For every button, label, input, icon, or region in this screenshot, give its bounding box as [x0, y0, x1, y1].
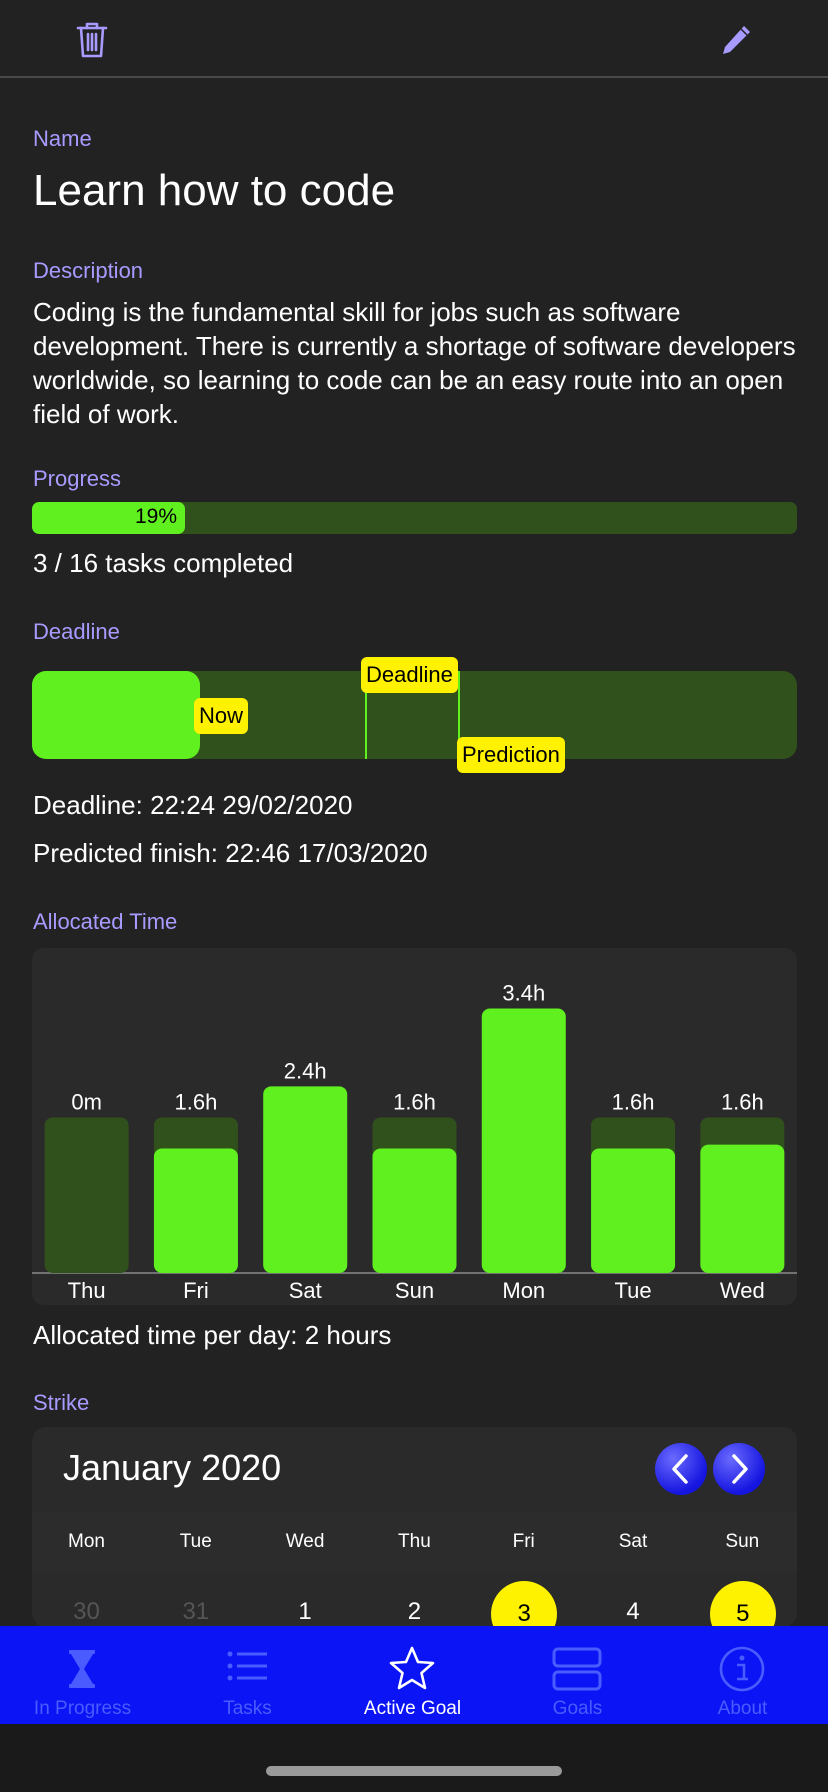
calendar-next-button[interactable]	[713, 1443, 765, 1495]
now-tag: Now	[194, 698, 249, 734]
goal-title: Learn how to code	[33, 166, 396, 215]
day-tick-label: Mon	[502, 1278, 545, 1303]
pencil-icon[interactable]	[714, 18, 758, 62]
strike-label: Strike	[33, 1390, 90, 1415]
home-indicator[interactable]	[266, 1766, 562, 1776]
bar-value-label: 1.6h	[612, 1089, 655, 1114]
target-bar	[44, 1117, 129, 1273]
bar-value-label: 1.6h	[721, 1089, 764, 1114]
tab-label: Tasks	[223, 1698, 272, 1719]
chevron-right-icon	[732, 1454, 748, 1484]
value-bar	[591, 1148, 676, 1273]
calendar-day-strike[interactable]: 5	[688, 1579, 797, 1627]
day-tick-label: Sat	[289, 1278, 322, 1303]
goal-description: Coding is the fundamental skill for jobs…	[33, 297, 796, 429]
value-bar	[700, 1144, 785, 1273]
weekday-label: Sun	[725, 1531, 760, 1552]
value-bar	[481, 1008, 566, 1273]
tab-in-progress[interactable]: In Progress	[0, 1626, 165, 1724]
calendar-day[interactable]: 2	[360, 1579, 469, 1627]
name-label: Name	[33, 126, 92, 151]
progress-label: Progress	[33, 466, 122, 491]
bar-value-label: 2.4h	[284, 1058, 327, 1083]
tab-label: About	[717, 1698, 768, 1719]
deadline-date-text: Deadline: 22:24 29/02/2020	[33, 790, 353, 820]
deadline-tag: Deadline	[361, 657, 458, 693]
day-tick-label: Fri	[183, 1278, 209, 1303]
value-bar	[153, 1148, 238, 1273]
home-indicator-area	[0, 1724, 828, 1792]
star-icon	[389, 1646, 435, 1690]
timeline-elapsed	[32, 671, 200, 759]
tab-bar: In Progress Tasks Active Goal Goals Abou…	[0, 1626, 828, 1724]
list-icon	[227, 1651, 267, 1681]
tab-label: Goals	[552, 1698, 603, 1719]
bar-value-label: 0m	[71, 1089, 102, 1114]
calendar-day[interactable]: 4	[579, 1579, 688, 1627]
strike-calendar: January 2020 Mon Tue Wed Thu Fri Sat Sun 30 31 1…	[32, 1427, 797, 1627]
deadline-label: Deadline	[33, 619, 120, 644]
calendar-day-strike[interactable]: 3	[469, 1579, 578, 1627]
info-icon	[719, 1646, 765, 1692]
calendar-month: January 2020	[63, 1447, 282, 1488]
strike-circle: 3	[491, 1581, 558, 1627]
allocated-time-chart: 0m Thu 1.6h Fri 2.4h Sat 1.6h Sun 3.4h Mon 1.6h Tue…	[32, 948, 797, 1305]
day-tick-label: Wed	[720, 1278, 765, 1303]
day-tick-label: Sun	[395, 1278, 434, 1303]
progress-bar: 19%	[32, 502, 797, 534]
tasks-completed-text: 3 / 16 tasks completed	[33, 548, 294, 578]
weekday-label: Tue	[179, 1531, 212, 1552]
day-tick-label: Tue	[615, 1278, 652, 1303]
tab-label: In Progress	[33, 1698, 132, 1719]
day-tick-label: Thu	[68, 1278, 106, 1303]
progress-percent: 19%	[135, 505, 178, 528]
strike-circle: 5	[709, 1581, 776, 1627]
weekday-label: Mon	[68, 1531, 105, 1552]
weekday-label: Sat	[618, 1531, 648, 1552]
bar-value-label: 3.4h	[502, 981, 545, 1006]
bar-value-label: 1.6h	[393, 1089, 436, 1114]
calendar-day[interactable]: 30	[32, 1579, 141, 1627]
tab-about[interactable]: About	[660, 1626, 825, 1724]
weekday-label: Wed	[285, 1531, 325, 1552]
value-bar	[372, 1148, 457, 1273]
value-bar	[263, 1086, 348, 1273]
hourglass-icon	[69, 1650, 95, 1688]
calendar-prev-button[interactable]	[655, 1443, 707, 1495]
allocated-per-day-text: Allocated time per day: 2 hours	[33, 1320, 392, 1350]
tab-tasks[interactable]: Tasks	[165, 1626, 330, 1724]
calendar-day[interactable]: 31	[141, 1579, 250, 1627]
chart-canvas: 0m Thu 1.6h Fri 2.4h Sat 1.6h Sun 3.4h Mon 1.6h Tue…	[32, 981, 797, 1303]
predicted-finish-text: Predicted finish: 22:46 17/03/2020	[33, 838, 428, 868]
trash-icon[interactable]	[70, 18, 114, 62]
tab-active-goal[interactable]: Active Goal	[330, 1626, 495, 1724]
tab-goals[interactable]: Goals	[495, 1626, 660, 1724]
top-toolbar	[0, 0, 828, 78]
bar-value-label: 1.6h	[175, 1089, 218, 1114]
stack-icon	[552, 1647, 602, 1691]
tab-label: Active Goal	[363, 1698, 462, 1719]
weekday-label: Fri	[512, 1531, 535, 1552]
allocated-time-label: Allocated Time	[33, 909, 178, 934]
calendar-day[interactable]: 1	[251, 1579, 360, 1627]
prediction-tag: Prediction	[457, 737, 565, 773]
chevron-left-icon	[672, 1454, 688, 1484]
weekday-label: Thu	[398, 1531, 431, 1552]
description-label: Description	[33, 258, 144, 283]
